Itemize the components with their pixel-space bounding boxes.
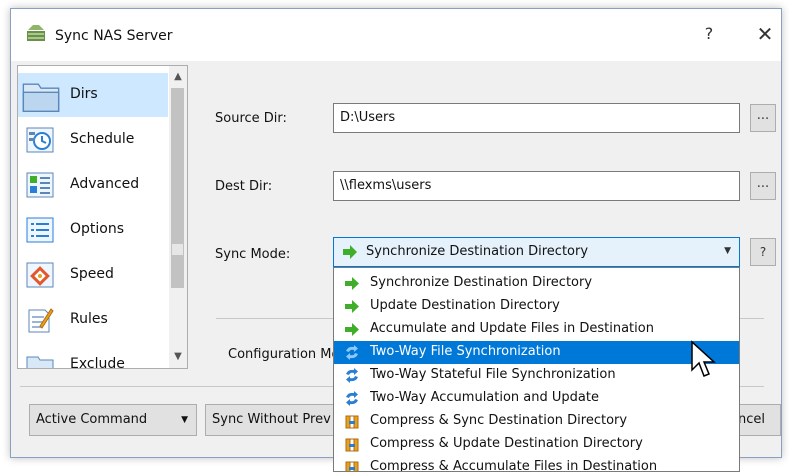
dropdown-option[interactable]: Compress & Update Destination Directory [334,433,739,456]
source-dir-label: Source Dir: [215,111,287,126]
nav-item-label: Schedule [70,131,135,147]
nav-scrollbar[interactable]: ▲ ▼ [169,66,187,368]
nav-item-options[interactable]: Options [18,208,168,252]
dropdown-option[interactable]: Compress & Accumulate Files in Destinati… [334,456,739,472]
compress-icon [345,415,359,429]
nav-item-dirs[interactable]: Dirs [18,73,168,117]
two-way-sync-icon [346,391,358,406]
dropdown-option[interactable]: Synchronize Destination Directory [334,272,739,295]
folder-icon [22,83,60,112]
compress-icon [345,438,359,452]
compress-icon [345,461,359,471]
two-way-sync-icon [346,345,358,360]
green-arrow-icon [345,323,359,336]
two-way-sync-icon [346,368,358,383]
dropdown-option-label: Synchronize Destination Directory [370,275,593,290]
source-dir-input[interactable]: D:\Users [333,103,740,133]
dropdown-option[interactable]: Two-Way Accumulation and Update [334,387,739,410]
dest-dir-input[interactable]: \\flexms\users [333,171,740,201]
dropdown-option-label: Compress & Update Destination Directory [370,436,643,451]
schedule-icon [26,127,54,153]
mouse-cursor-icon [691,340,716,377]
nav-item-rules[interactable]: Rules [18,298,168,342]
dropdown-option-label: Update Destination Directory [370,298,560,313]
active-command-button[interactable]: Active Command ▼ [29,404,197,436]
sync-mode-dropdown-list[interactable]: Synchronize Destination Directory Update… [333,267,740,472]
nav-item-label: Advanced [70,176,140,192]
exclude-folder-icon [26,356,54,368]
nav-item-exclude[interactable]: Exclude [18,343,168,369]
green-arrow-icon [345,277,359,290]
sync-without-preview-label: Sync Without Prev [212,412,331,427]
window-title: Sync NAS Server [55,28,173,44]
dropdown-option[interactable]: Compress & Sync Destination Directory [334,410,739,433]
chevron-down-icon: ▼ [724,246,731,256]
nav-item-advanced[interactable]: Advanced [18,163,168,207]
advanced-icon [26,172,54,198]
sync-mode-combobox[interactable]: Synchronize Destination Directory ▼ [333,237,740,267]
active-command-label: Active Command [36,412,148,427]
close-button[interactable]: ✕ [751,21,779,47]
green-arrow-icon [345,300,359,313]
nav-item-speed[interactable]: Speed [18,253,168,297]
rules-icon [28,308,54,333]
dest-dir-label: Dest Dir: [215,179,273,194]
dropdown-option-label: Two-Way File Synchronization [370,344,561,359]
nav-item-label: Rules [70,311,108,327]
sync-without-preview-button[interactable]: Sync Without Prev [205,404,335,436]
cancel-button[interactable]: ncel [735,404,781,436]
dropdown-option-label: Compress & Sync Destination Directory [370,413,628,428]
scrollbar-grip [172,244,183,255]
configuration-mode-label: Configuration Mo [228,347,340,362]
sync-mode-label: Sync Mode: [215,247,291,262]
dropdown-option[interactable]: Update Destination Directory [334,295,739,318]
cancel-label: ncel [738,412,765,427]
title-bar[interactable]: Sync NAS Server ? ✕ [11,9,781,61]
scroll-up-arrow-icon[interactable]: ▲ [169,68,187,86]
dropdown-option-label: Compress & Accumulate Files in Destinati… [370,459,658,472]
sync-mode-value: Synchronize Destination Directory [366,244,589,259]
sync-mode-help-button[interactable]: ? [750,238,776,266]
dest-browse-button[interactable]: ... [750,172,776,200]
nav-item-label: Dirs [70,86,98,102]
app-icon [27,25,45,41]
speed-icon [26,262,54,288]
dropdown-option[interactable]: Accumulate and Update Files in Destinati… [334,318,739,341]
section-nav-list[interactable]: Dirs Schedule Advanced Options Speed Rul… [17,65,188,369]
scroll-down-arrow-icon[interactable]: ▼ [169,348,187,366]
options-list-icon [26,217,54,243]
dropdown-option-highlighted[interactable]: Two-Way File Synchronization [334,341,739,364]
green-arrow-icon [343,245,357,259]
nav-item-label: Options [70,221,125,237]
dropdown-option[interactable]: Two-Way Stateful File Synchronization [334,364,739,387]
nav-item-label: Exclude [70,356,125,369]
chevron-down-icon: ▼ [181,415,188,425]
dropdown-option-label: Accumulate and Update Files in Destinati… [370,321,654,336]
nav-item-schedule[interactable]: Schedule [18,118,168,162]
scrollbar-thumb[interactable] [171,88,184,288]
source-browse-button[interactable]: ... [750,104,776,132]
nav-item-label: Speed [70,266,114,282]
dropdown-option-label: Two-Way Stateful File Synchronization [370,367,616,382]
help-button[interactable]: ? [697,22,721,46]
dropdown-option-label: Two-Way Accumulation and Update [370,390,599,405]
